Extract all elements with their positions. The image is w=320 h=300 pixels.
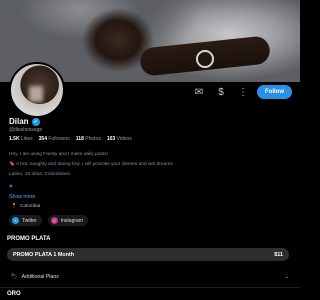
tag-icon: 🏷 bbox=[11, 273, 18, 280]
stat-videos[interactable]: 103 Videos bbox=[107, 136, 132, 142]
profile-name: Dilan bbox=[9, 117, 29, 126]
show-more-link[interactable]: Show more bbox=[9, 194, 35, 200]
subscription-plan-button[interactable]: PROMO PLATA 1 Month $11 bbox=[7, 248, 289, 261]
divider bbox=[0, 287, 300, 288]
profile-actions: ✉ $ ⋮ Follow bbox=[191, 84, 292, 100]
additional-plans-label-group: 🏷 Additional Plans bbox=[11, 274, 59, 280]
stat-likes: 1.5K Likes bbox=[9, 136, 33, 142]
avatar-censor bbox=[29, 86, 43, 102]
avatar[interactable] bbox=[9, 62, 65, 118]
more-icon[interactable]: ⋮ bbox=[235, 84, 251, 100]
additional-plans-toggle[interactable]: 🏷 Additional Plans ⌄ bbox=[7, 271, 293, 282]
plan-label: PROMO PLATA 1 Month bbox=[13, 251, 74, 258]
stat-photos[interactable]: 118 Photos bbox=[76, 136, 101, 142]
bio-line: 🔖 A hot, naughty and daring boy, I will … bbox=[9, 162, 173, 167]
heart-icon: ♥ bbox=[9, 184, 13, 190]
additional-plans-label: Additional Plans bbox=[21, 273, 59, 280]
bio-line: Hey, I am using Fansly and I make daily … bbox=[9, 152, 108, 157]
message-icon[interactable]: ✉ bbox=[191, 84, 207, 100]
dollar-icon[interactable]: $ bbox=[213, 84, 229, 100]
verified-icon: ✓ bbox=[31, 117, 40, 126]
location-text: Colombia bbox=[19, 204, 41, 209]
social-instagram[interactable]: ◎ Instagram bbox=[47, 215, 88, 226]
cover-bracelet bbox=[196, 50, 214, 68]
profile-location: 📍 Colombia bbox=[11, 204, 40, 209]
profile-name-row: Dilan ✓ bbox=[9, 117, 40, 126]
profile-handle: @dieshessage bbox=[9, 127, 43, 133]
location-pin-icon: 📍 bbox=[11, 204, 17, 209]
profile-stats: 1.5K Likes 354 Followers 118 Photos 103 … bbox=[9, 136, 132, 142]
twitter-x-icon: X bbox=[12, 217, 19, 224]
follow-button[interactable]: Follow bbox=[257, 85, 292, 99]
social-label: Twitter bbox=[22, 217, 37, 224]
bio-line: Latino, 19 años, Colombiano bbox=[9, 172, 71, 177]
plan-price: $11 bbox=[274, 251, 283, 258]
subscription-section-title-2: ORO bbox=[7, 291, 21, 297]
social-twitter[interactable]: X Twitter bbox=[9, 215, 42, 226]
social-links: X Twitter ◎ Instagram bbox=[9, 215, 88, 226]
stat-followers[interactable]: 354 Followers bbox=[39, 136, 70, 142]
chevron-down-icon: ⌄ bbox=[284, 273, 289, 280]
profile-bio: Hey, I am using Fansly and I make daily … bbox=[9, 150, 289, 180]
social-label: Instagram bbox=[60, 217, 83, 224]
subscription-section-title: PROMO PLATA bbox=[7, 236, 51, 242]
instagram-icon: ◎ bbox=[50, 217, 58, 224]
